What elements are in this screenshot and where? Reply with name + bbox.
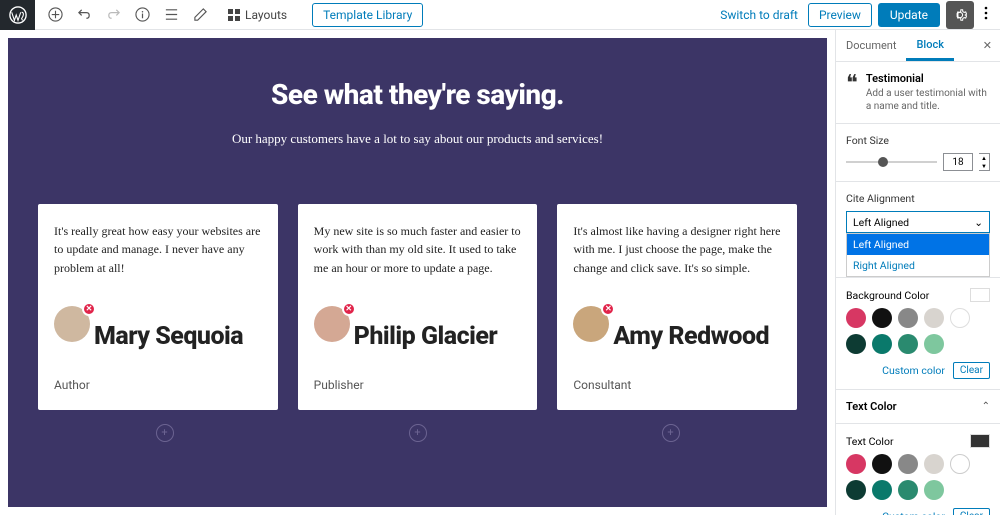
tab-block[interactable]: Block: [906, 30, 953, 61]
testimonial-quote[interactable]: It's almost like having a designer right…: [573, 222, 781, 284]
font-size-label: Font Size: [846, 134, 990, 147]
hero-title[interactable]: See what they're saying.: [38, 78, 797, 111]
color-swatch[interactable]: [924, 480, 944, 500]
color-swatch[interactable]: [924, 308, 944, 328]
outline-icon[interactable]: [163, 7, 179, 23]
stepper-down[interactable]: ▼: [979, 162, 989, 170]
testimonial-card[interactable]: It's almost like having a designer right…: [557, 204, 797, 410]
color-swatch[interactable]: [898, 334, 918, 354]
settings-icon[interactable]: [946, 1, 974, 29]
text-color-label: Text Color: [846, 435, 970, 448]
color-swatch[interactable]: [872, 480, 892, 500]
edit-icon[interactable]: [192, 7, 208, 23]
add-block-inserter[interactable]: +: [662, 424, 680, 442]
quote-icon: ❝: [846, 72, 858, 113]
font-size-slider[interactable]: [846, 161, 937, 163]
block-description: Add a user testimonial with a name and t…: [866, 87, 990, 113]
cite-alignment-select[interactable]: Left Aligned ⌄: [846, 211, 990, 233]
switch-to-draft-link[interactable]: Switch to draft: [716, 8, 802, 22]
dropdown-option-right[interactable]: Right Aligned: [847, 255, 989, 276]
remove-badge-icon[interactable]: ✕: [342, 302, 356, 316]
testimonial-card[interactable]: It's really great how easy your websites…: [38, 204, 278, 410]
color-swatch[interactable]: [924, 454, 944, 474]
testimonial-name[interactable]: Amy Redwood: [613, 324, 781, 350]
custom-color-link[interactable]: Custom color: [882, 510, 945, 515]
preview-button[interactable]: Preview: [808, 3, 872, 27]
testimonial-role[interactable]: Publisher: [314, 378, 522, 392]
color-swatch[interactable]: [898, 454, 918, 474]
font-size-input[interactable]: 18: [943, 153, 973, 171]
color-swatch[interactable]: [872, 454, 892, 474]
more-menu-icon[interactable]: [980, 5, 992, 24]
color-swatch[interactable]: [950, 308, 970, 328]
cite-alignment-label: Cite Alignment: [846, 192, 990, 205]
current-bg-swatch[interactable]: [970, 288, 990, 302]
testimonial-name[interactable]: Mary Sequoia: [94, 324, 262, 350]
clear-button[interactable]: Clear: [953, 508, 990, 515]
add-block-inserter[interactable]: +: [156, 424, 174, 442]
custom-color-link[interactable]: Custom color: [882, 364, 945, 377]
add-block-inserter[interactable]: +: [409, 424, 427, 442]
stepper-up[interactable]: ▲: [979, 154, 989, 162]
dropdown-option-left[interactable]: Left Aligned: [847, 234, 989, 255]
color-swatch[interactable]: [950, 454, 970, 474]
color-swatch[interactable]: [872, 308, 892, 328]
update-button[interactable]: Update: [878, 3, 940, 27]
color-swatch[interactable]: [846, 480, 866, 500]
color-swatch[interactable]: [898, 308, 918, 328]
current-text-swatch[interactable]: [970, 434, 990, 448]
background-color-label: Background Color: [846, 289, 970, 302]
template-library-button[interactable]: Template Library: [312, 3, 423, 27]
close-icon[interactable]: ✕: [975, 30, 1000, 61]
color-swatch[interactable]: [898, 480, 918, 500]
editor-canvas[interactable]: See what they're saying. Our happy custo…: [8, 38, 827, 507]
color-swatch[interactable]: [846, 454, 866, 474]
layouts-label: Layouts: [245, 8, 287, 22]
testimonial-quote[interactable]: It's really great how easy your websites…: [54, 222, 262, 284]
testimonial-card[interactable]: My new site is so much faster and easier…: [298, 204, 538, 410]
remove-badge-icon[interactable]: ✕: [82, 302, 96, 316]
wordpress-logo[interactable]: [0, 0, 35, 30]
clear-button[interactable]: Clear: [953, 362, 990, 379]
color-swatch[interactable]: [924, 334, 944, 354]
add-block-icon[interactable]: [47, 7, 63, 23]
color-swatch[interactable]: [846, 308, 866, 328]
tab-document[interactable]: Document: [836, 30, 906, 61]
hero-subtitle[interactable]: Our happy customers have a lot to say ab…: [228, 129, 608, 149]
cite-alignment-dropdown: Left Aligned Right Aligned: [846, 233, 990, 277]
layouts-button[interactable]: Layouts: [221, 5, 293, 25]
testimonial-role[interactable]: Consultant: [573, 378, 781, 392]
text-color-panel-toggle[interactable]: Text Color ⌃: [836, 390, 1000, 424]
color-swatch[interactable]: [846, 334, 866, 354]
info-icon[interactable]: [134, 7, 150, 23]
block-name: Testimonial: [866, 72, 990, 85]
remove-badge-icon[interactable]: ✕: [601, 302, 615, 316]
undo-icon[interactable]: [76, 7, 92, 23]
chevron-down-icon: ⌄: [974, 216, 983, 229]
testimonial-role[interactable]: Author: [54, 378, 262, 392]
color-swatch[interactable]: [872, 334, 892, 354]
testimonial-name[interactable]: Philip Glacier: [354, 324, 522, 350]
redo-icon[interactable]: [105, 7, 121, 23]
testimonial-quote[interactable]: My new site is so much faster and easier…: [314, 222, 522, 284]
chevron-up-icon: ⌃: [982, 401, 990, 412]
